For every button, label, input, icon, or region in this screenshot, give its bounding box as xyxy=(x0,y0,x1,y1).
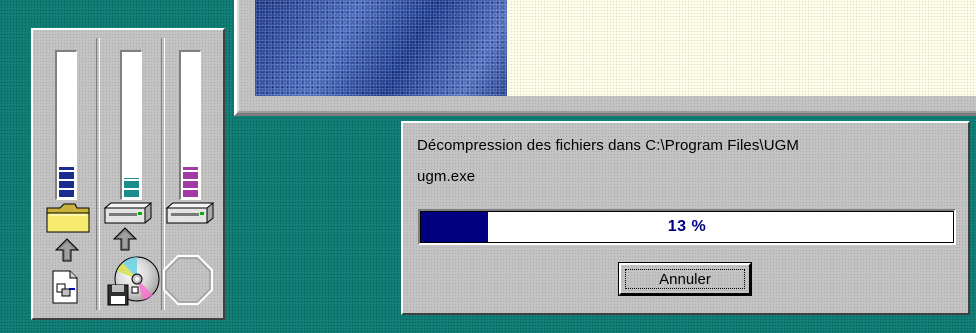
document-icon xyxy=(52,270,78,304)
background-yellow-area xyxy=(507,0,976,96)
folder-icon xyxy=(46,203,90,233)
hard-drive-meter xyxy=(120,50,142,200)
folder-meter-fill xyxy=(59,166,74,197)
folder-meter xyxy=(55,50,77,200)
progress-percent-text: 13 % xyxy=(667,218,707,235)
column-divider xyxy=(96,38,100,310)
background-window xyxy=(234,0,976,116)
cancel-button-label: Annuler xyxy=(659,270,711,288)
hard-drive-icon xyxy=(165,202,215,224)
hard-drive-icon xyxy=(103,202,153,224)
floppy-meter xyxy=(179,50,201,200)
hard-drive-meter-fill xyxy=(124,178,139,197)
progress-bar: 13 % xyxy=(418,209,956,245)
background-image xyxy=(255,0,507,96)
progress-dialog: Décompression des fichiers dans C:\Progr… xyxy=(401,121,970,315)
cd-icon xyxy=(107,256,160,306)
floppy-meter-fill xyxy=(183,166,198,197)
current-file-name: ugm.exe xyxy=(417,168,476,185)
up-arrow-icon xyxy=(113,227,137,251)
up-arrow-icon xyxy=(55,238,79,262)
decompression-message: Décompression des fichiers dans C:\Progr… xyxy=(417,137,799,154)
cancel-button[interactable]: Annuler xyxy=(618,262,752,296)
octagon-icon xyxy=(163,255,213,305)
activity-meter-panel xyxy=(31,28,225,320)
